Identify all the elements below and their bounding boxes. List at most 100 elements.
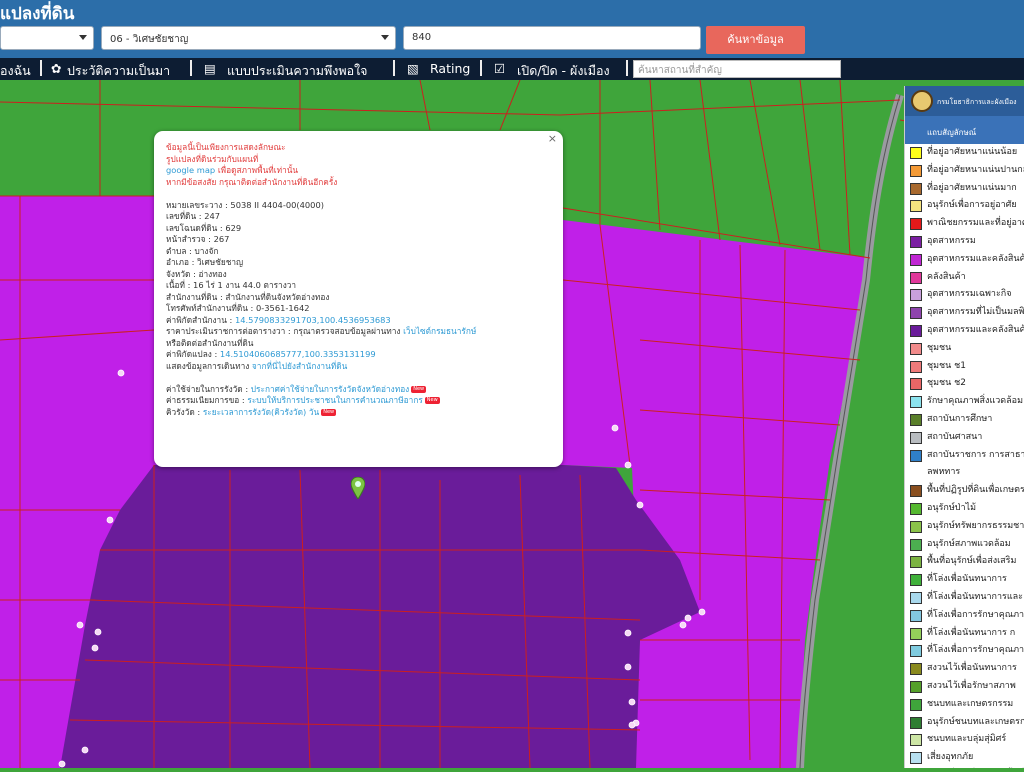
legend-label: ที่โล่งเพื่อนันทนาการ: [927, 574, 1007, 585]
legend-swatch: [910, 147, 922, 159]
field-value: 247: [204, 211, 221, 221]
legend-panel: กรมโยธาธิการและผังเมือง แถบสัญลักษณ์ ที่…: [904, 86, 1024, 768]
app-header: แปลงที่ดิน 06 - วิเศษชัยชาญ 840 ค้นหาข้อ…: [0, 0, 1024, 58]
close-icon[interactable]: ×: [548, 133, 557, 145]
legend-label: ที่โล่งเพื่อการรักษาคุณภาพ: [927, 645, 1024, 656]
legend-item: อุตสาหกรรมเฉพาะกิจ: [905, 286, 1024, 304]
legend-item: สถาบันศาสนา: [905, 429, 1024, 447]
legend-swatch: [910, 235, 922, 248]
field-label: คิวรังวัด: [166, 406, 195, 417]
legend-item: อุตสาหกรรม: [905, 233, 1024, 251]
toolbar-item-survey[interactable]: แบบประเมินความพึงพอใจ: [227, 61, 368, 81]
legend-header: กรมโยธาธิการและผังเมือง: [905, 86, 1024, 116]
field-value: 16 ไร่ 1 งาน 44.0 ตารางวา: [193, 280, 297, 290]
toolbar-item-zoning-toggle[interactable]: เปิด/ปิด - ผังเมือง: [517, 61, 610, 81]
legend-item: สถาบันการศึกษา: [905, 411, 1024, 429]
rating-chart-icon: ▧: [407, 61, 419, 76]
legend-item: อนุรักษ์ป่าไม้: [905, 500, 1024, 518]
treasury-website-link[interactable]: เว็บไซต์กรมธนารักษ์: [403, 326, 476, 336]
field-label: เลขที่ดิน: [166, 211, 197, 221]
field-label: หน้าสำรวจ: [166, 234, 206, 244]
legend-swatch: [910, 556, 922, 569]
parcel-number-input[interactable]: 840: [403, 26, 701, 50]
toolbar-divider: [190, 60, 192, 76]
notice-line: หากมีข้อสงสัย กรุณาติดต่อสำนักงานที่ดินอ…: [166, 176, 338, 187]
checkbox-icon[interactable]: ☑: [494, 61, 505, 76]
notice-line: รูปแปลงที่ดินร่วมกับแผนที่: [166, 153, 259, 164]
legend-swatch: [910, 289, 922, 302]
field-label: หมายเลขระวาง: [166, 199, 223, 210]
legend-label: พาณิชยกรรมและที่อยู่อาศัย: [927, 218, 1024, 229]
field-label: ค่าใช้จ่ายในการรังวัด: [166, 383, 243, 394]
chevron-down-icon: [381, 35, 389, 40]
legend-label: ที่โล่งเพื่อนันทนาการและ: [927, 591, 1024, 602]
service-link[interactable]: ระบบให้บริการประชาชนในการคำนวณภาษีอากร: [247, 395, 422, 405]
legend-swatch: [910, 734, 922, 747]
legend-swatch: [910, 324, 922, 337]
field-label: ค่าพิกัดสำนักงาน: [166, 314, 227, 325]
new-badge: New: [411, 385, 427, 393]
parcel-field: เนื้อที่ : 16 ไร่ 1 งาน 44.0 ตารางวา: [166, 280, 297, 290]
legend-swatch: [910, 378, 922, 391]
legend-swatch: [910, 271, 922, 284]
district-select[interactable]: 06 - วิเศษชัยชาญ: [101, 26, 396, 50]
google-map-link[interactable]: google map: [166, 165, 215, 175]
legend-swatch: [910, 413, 922, 426]
service-links: ค่าใช้จ่ายในการรังวัด : ประกาศค่าใช้จ่าย…: [166, 384, 551, 419]
legend-item: ที่โล่งเพื่อนันทนาการ: [905, 571, 1024, 589]
toolbar-item-mine[interactable]: องฉัน: [0, 61, 31, 81]
legend-label: สถาบันราชการ การสาธารณูปโภค: [927, 449, 1024, 460]
place-search-input[interactable]: ค้นหาสถานที่สำคัญ: [633, 60, 841, 78]
service-link[interactable]: ระยะเวลาการรังวัด(คิวรังวัด) วัน: [203, 407, 319, 417]
legend-label: พื้นที่ปฏิรูปที่ดินเพื่อเกษตรกรรม: [927, 485, 1024, 496]
service-row: คิวรังวัด : ระยะเวลาการรังวัด(คิวรังวัด)…: [166, 406, 337, 417]
field-label: แสดงข้อมูลการเดินทาง: [166, 360, 250, 371]
service-link[interactable]: ประกาศค่าใช้จ่ายในการรังวัดจังหวัดอ่างทอ…: [251, 384, 409, 394]
field-value: วิเศษชัยชาญ: [197, 257, 244, 267]
toolbar-item-history[interactable]: ประวัติความเป็นมา: [67, 61, 170, 81]
legend-swatch: [910, 574, 922, 587]
office-coord-link[interactable]: 14.5790833291703,100.4536953683: [235, 315, 391, 325]
parcel-field: ตำบล : บางจัก: [166, 245, 219, 256]
new-badge: New: [424, 397, 440, 404]
legend-item: พาณิชยกรรมและที่อยู่อาศัย: [905, 215, 1024, 233]
route-link[interactable]: จากที่นี่ไปยังสำนักงานที่ดิน: [252, 361, 347, 371]
legend-label: คลังสินค้า: [927, 271, 966, 282]
toolbar-divider: [626, 60, 628, 76]
legend-swatch: [910, 627, 922, 640]
legend-label: สถาบันศาสนา: [927, 431, 983, 442]
field-label: เนื้อที่: [166, 280, 185, 290]
legend-list: ที่อยู่อาศัยหนาแน่นน้อย ที่อยู่อาศัยหนาแน…: [905, 144, 1024, 768]
parcel-field: สำนักงานที่ดิน : สำนักงานที่ดินจังหวัดอ่…: [166, 291, 330, 302]
legend-label: อุตสาหกรรมที่ไม่เป็นมลพิษ: [927, 307, 1024, 318]
legend-item: อุตสาหกรรมที่ไม่เป็นมลพิษ: [905, 304, 1024, 322]
chevron-down-icon: [79, 35, 87, 40]
legend-swatch: [910, 698, 922, 711]
field-label: อำเภอ: [166, 257, 189, 267]
legend-item: สถาบันราชการ การสาธารณูปโภค: [905, 447, 1024, 465]
field-label: ค่าพิกัดแปลง: [166, 349, 212, 359]
legend-label: อุตสาหกรรมเฉพาะกิจ: [927, 289, 1012, 300]
legend-label: ที่โล่งเพื่อนันทนาการ ก: [927, 627, 1016, 638]
legend-swatch: [910, 680, 922, 693]
legend-swatch: [910, 431, 922, 444]
legend-item: อุตสาหกรรมและคลังสินค้า: [905, 251, 1024, 269]
legend-item: ที่โล่งเพื่อการรักษาคุณภาพ: [905, 607, 1024, 625]
legend-label: ชุมชน ช1: [927, 360, 966, 371]
parcel-field: หน้าสำรวจ : 267: [166, 234, 230, 244]
toolbar-item-rating[interactable]: Rating: [430, 61, 470, 76]
service-row: ค่าธรรมเนียมการขอ : ระบบให้บริการประชาชน…: [166, 395, 440, 405]
map-pin-icon[interactable]: [350, 476, 366, 500]
parcel-coord-link[interactable]: 14.5104060685777,100.3353131199: [220, 349, 376, 359]
legend-swatch: [910, 663, 922, 676]
legend-item: อุตสาหกรรมและคลังสินค้า: [905, 322, 1024, 340]
legend-item: ชุมชน ช1: [905, 358, 1024, 376]
search-button[interactable]: ค้นหาข้อมูล: [706, 26, 805, 54]
legend-swatch: [910, 645, 922, 658]
legend-label: ชนบทและบลุ่มสุ่มิศร์: [927, 734, 1007, 745]
province-select[interactable]: [0, 26, 94, 50]
toolbar: องฉัน ✿ ประวัติความเป็นมา ▤ แบบประเมินคว…: [0, 58, 1024, 80]
legend-item: สงวนไว้เพื่อรักษาสภาพ: [905, 678, 1024, 696]
legend-swatch: [910, 200, 922, 213]
parcel-fields: หมายเลขระวาง : 5038 II 4404-00(4000) เลขท…: [166, 200, 551, 315]
